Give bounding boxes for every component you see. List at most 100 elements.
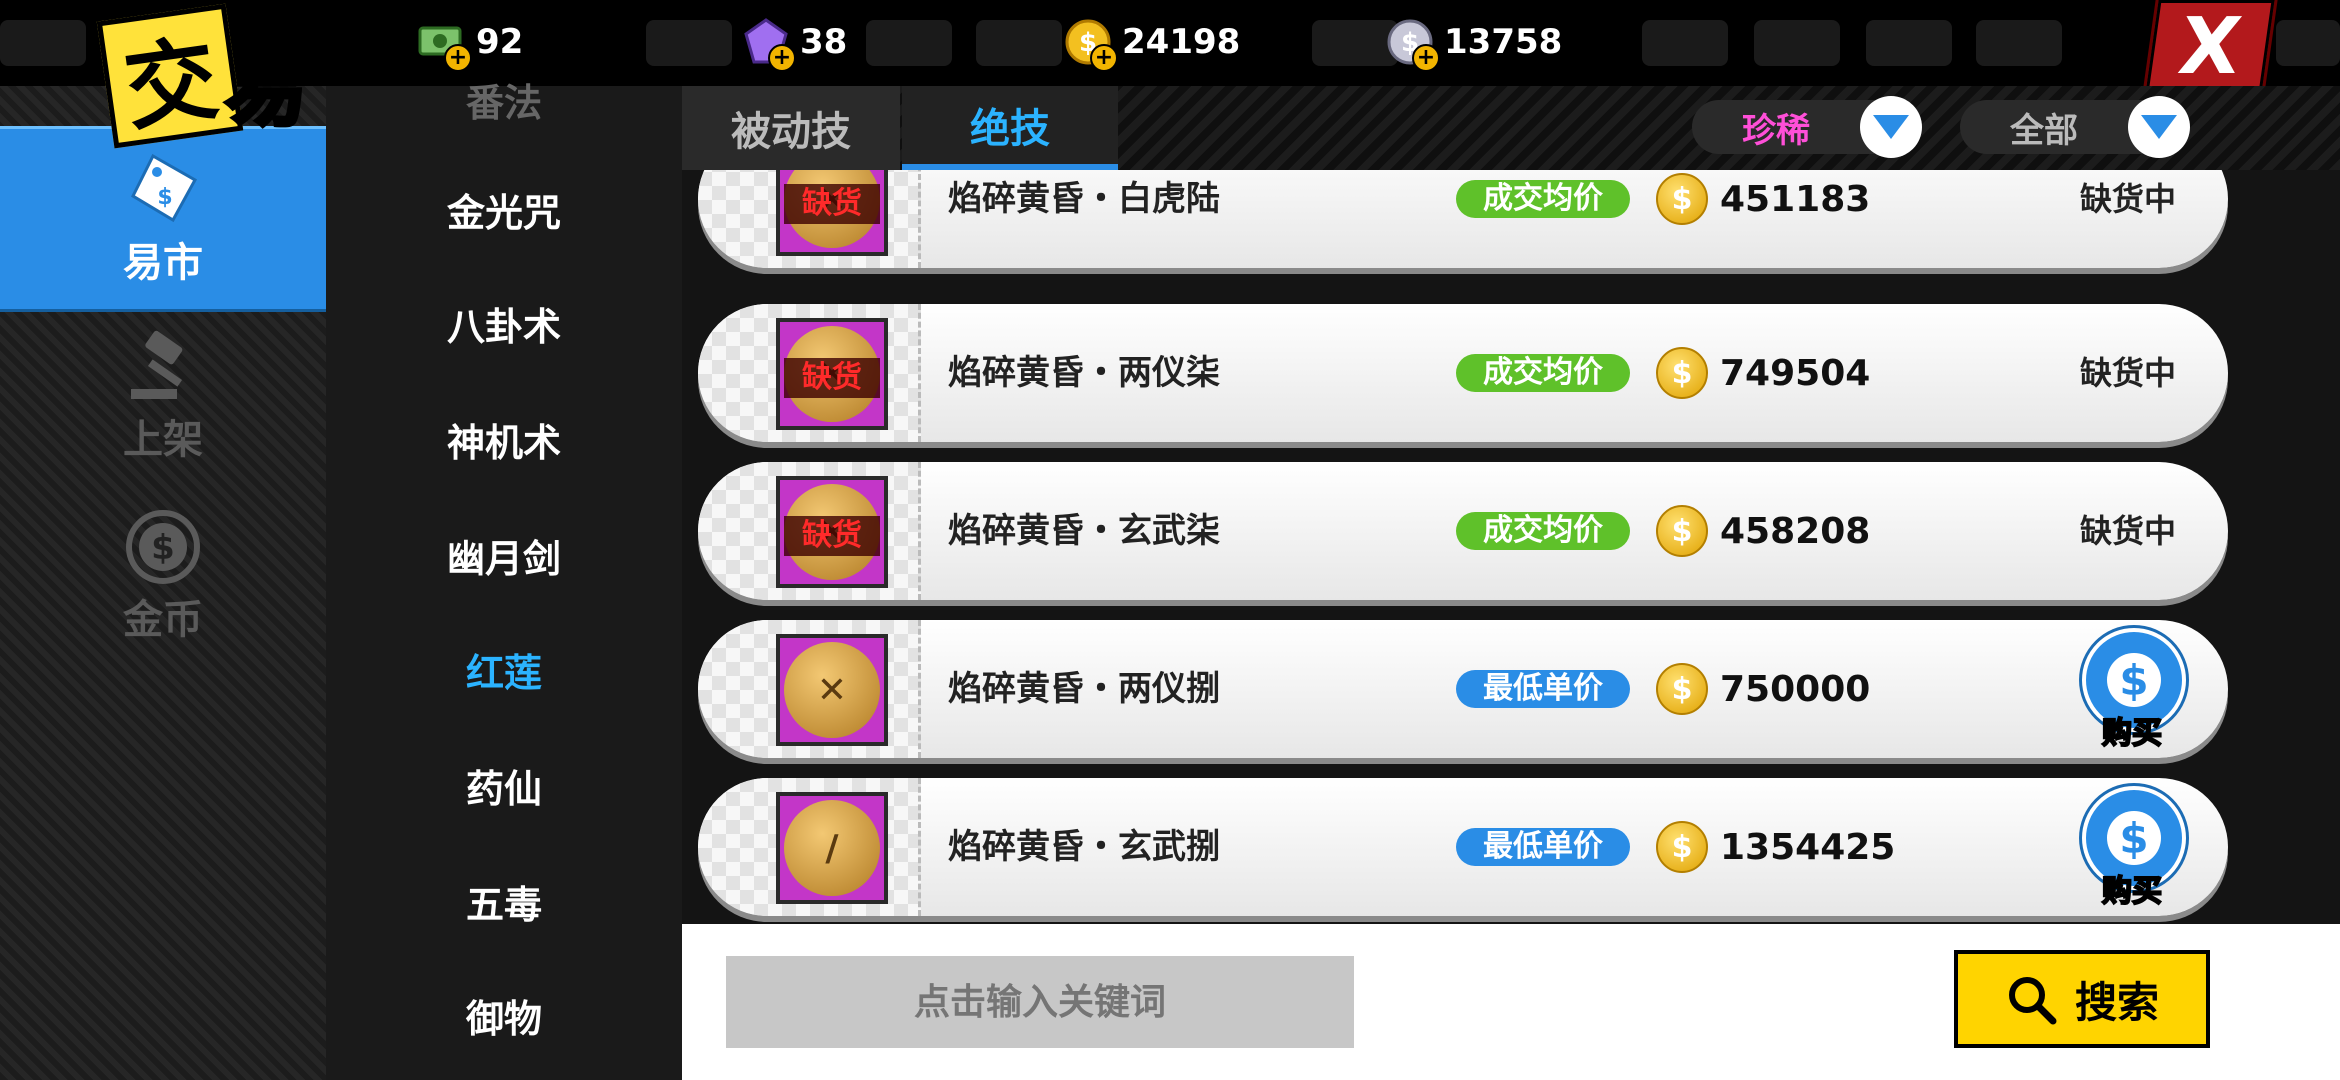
item-name: 焰碎黄昏・玄武捌 <box>948 827 1220 867</box>
search-input[interactable] <box>726 956 1354 1048</box>
logo-char-2: 易 <box>223 40 309 139</box>
category-item[interactable]: 御物 <box>326 988 682 1043</box>
dollar-coin-icon: $ <box>123 507 203 587</box>
gem-amount: 38 <box>800 22 848 62</box>
price-value: 1354425 <box>1720 826 1896 868</box>
bar-slot <box>1976 20 2062 66</box>
sidebar-item-listing[interactable]: 上架 <box>0 306 326 486</box>
item-name: 焰碎黄昏・玄武柒 <box>948 511 1220 551</box>
out-of-stock-label: 缺货 <box>784 358 880 398</box>
out-of-stock-label: 缺货 <box>784 184 880 224</box>
item-icon[interactable]: ✕ <box>776 634 888 746</box>
item-icon[interactable]: ✕ 缺货 <box>776 318 888 430</box>
add-icon[interactable]: + <box>1090 44 1118 72</box>
item-price: $451183 <box>1656 173 1870 225</box>
item-icon[interactable]: ✕ 缺货 <box>776 170 888 256</box>
category-item[interactable]: 金光咒 <box>326 182 682 237</box>
bar-slot <box>1754 20 1840 66</box>
currency-gold[interactable]: $ + 24198 <box>1064 12 1240 72</box>
category-item[interactable]: 药仙 <box>326 758 682 813</box>
stock-status: 缺货中 <box>2079 354 2176 392</box>
listing-row[interactable]: ✕ 缺货 焰碎黄昏・玄武柒 成交均价 $458208 缺货中 <box>698 462 2228 600</box>
gold-coin-icon: $ <box>1656 173 1708 225</box>
gold-coin-icon: $ <box>1656 347 1708 399</box>
price-tag: 成交均价 <box>1456 512 1630 550</box>
category-item[interactable]: 番法 <box>326 72 682 127</box>
silver-amount: 13758 <box>1444 22 1563 62</box>
price-tag: 成交均价 <box>1456 180 1630 218</box>
add-icon[interactable]: + <box>444 44 472 72</box>
item-name: 焰碎黄昏・两仪柒 <box>948 353 1220 393</box>
item-name: 焰碎黄昏・两仪捌 <box>948 669 1220 709</box>
crossed-swords-coin-icon: ✕ <box>784 642 880 738</box>
stock-status: 缺货中 <box>2079 180 2176 218</box>
sidebar-item-label: 上架 <box>123 417 203 463</box>
search-button[interactable]: 搜索 <box>1954 950 2210 1048</box>
bar-slot <box>976 20 1062 66</box>
currency-gem[interactable]: + 38 <box>742 12 847 72</box>
dagger-coin-icon: / <box>784 800 880 896</box>
bar-slot <box>0 20 86 66</box>
item-price: $750000 <box>1656 663 1871 715</box>
sidebar-item-label: 易市 <box>123 240 203 286</box>
svg-text:$: $ <box>151 528 175 568</box>
bar-slot <box>1642 20 1728 66</box>
gold-coin-icon: $ + <box>1064 18 1118 72</box>
price-value: 458208 <box>1720 510 1871 552</box>
bar-slot <box>2276 20 2340 66</box>
price-tag-icon: $ <box>123 150 203 230</box>
search-icon <box>2008 977 2057 1025</box>
item-price: $1354425 <box>1656 821 1896 873</box>
category-item[interactable]: 幽月剑 <box>326 528 682 583</box>
tab-passive-skill[interactable]: 被动技 <box>682 86 900 170</box>
currency-cash[interactable]: + 92 <box>418 12 523 72</box>
gem-icon: + <box>742 18 796 72</box>
rarity-dropdown[interactable]: 珍稀 <box>1692 96 1922 158</box>
add-icon[interactable]: + <box>768 44 796 72</box>
price-tag: 最低单价 <box>1456 828 1630 866</box>
item-icon[interactable]: / <box>776 792 888 904</box>
logo-char-1: 交 <box>96 3 244 149</box>
svg-text:$: $ <box>157 185 172 210</box>
silver-coin-icon: $ + <box>1386 18 1440 72</box>
sidebar: $ 易市 上架 $ 金币 <box>0 86 326 1080</box>
tab-ultimate-skill[interactable]: 绝技 <box>902 86 1118 170</box>
listing-row[interactable]: / 焰碎黄昏・玄武捌 最低单价 $1354425 $ 购买 <box>698 778 2228 916</box>
dropdown-arrow-icon <box>1860 96 1922 158</box>
gold-coin-icon: $ <box>1656 663 1708 715</box>
buy-button[interactable]: $ 购买 <box>2082 786 2186 910</box>
price-tag: 成交均价 <box>1456 354 1630 392</box>
scope-value: 全部 <box>2010 110 2078 151</box>
listing-row[interactable]: ✕ 缺货 焰碎黄昏・两仪柒 成交均价 $749504 缺货中 <box>698 304 2228 442</box>
category-item[interactable]: 八卦术 <box>326 296 682 351</box>
sidebar-item-market[interactable]: $ 易市 <box>0 126 326 312</box>
gold-amount: 24198 <box>1122 22 1241 62</box>
listing-row[interactable]: ✕ 缺货 焰碎黄昏・白虎陆 成交均价 $451183 缺货中 <box>698 170 2228 268</box>
sidebar-item-label: 金币 <box>123 597 203 643</box>
rarity-value: 珍稀 <box>1742 110 1810 151</box>
add-icon[interactable]: + <box>1412 44 1440 72</box>
currency-silver[interactable]: $ + 13758 <box>1386 12 1562 72</box>
scope-dropdown[interactable]: 全部 <box>1960 96 2190 158</box>
cash-amount: 92 <box>476 22 524 62</box>
buy-button[interactable]: $ 购买 <box>2082 628 2186 752</box>
gold-coin-icon: $ <box>1656 505 1708 557</box>
item-icon[interactable]: ✕ 缺货 <box>776 476 888 588</box>
category-list: 番法 金光咒 八卦术 神机术 幽月剑 红莲 药仙 五毒 御物 <box>326 81 682 1080</box>
close-icon: X <box>2173 2 2247 92</box>
cash-icon: + <box>418 18 472 72</box>
listing-row[interactable]: ✕ 焰碎黄昏・两仪捌 最低单价 $750000 $ 购买 <box>698 620 2228 758</box>
gold-coin-icon: $ <box>1656 821 1708 873</box>
item-price: $749504 <box>1656 347 1870 399</box>
category-item[interactable]: 神机术 <box>326 412 682 467</box>
category-item-active[interactable]: 红莲 <box>326 642 682 697</box>
category-item[interactable]: 五毒 <box>326 874 682 929</box>
tab-bar: 被动技 绝技 珍稀 全部 <box>682 86 2340 170</box>
auction-hammer-icon <box>123 327 203 407</box>
search-bar: 搜索 <box>682 924 2340 1080</box>
listing-panel: ✕ 缺货 焰碎黄昏・白虎陆 成交均价 $451183 缺货中 ✕ 缺货 焰碎黄昏… <box>682 170 2340 924</box>
close-button[interactable]: X <box>2145 0 2275 94</box>
price-tag: 最低单价 <box>1456 670 1630 708</box>
sidebar-item-gold[interactable]: $ 金币 <box>0 486 326 666</box>
price-value: 750000 <box>1720 668 1871 710</box>
